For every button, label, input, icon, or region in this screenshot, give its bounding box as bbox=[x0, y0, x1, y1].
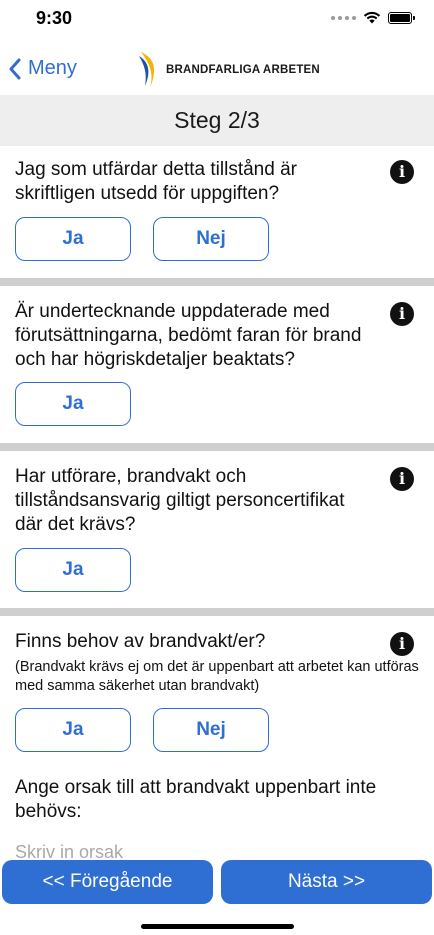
step-header: Steg 2/3 bbox=[0, 95, 434, 146]
yes-button[interactable]: Ja bbox=[15, 382, 131, 426]
reason-label: Ange orsak till att brandvakt uppenbart … bbox=[15, 777, 377, 822]
no-button[interactable]: Nej bbox=[153, 217, 269, 261]
yes-button[interactable]: Ja bbox=[15, 548, 131, 592]
flame-logo-icon bbox=[139, 52, 155, 88]
question-card: Jag som utfärdar detta tillstånd är skri… bbox=[0, 146, 434, 278]
status-time: 9:30 bbox=[36, 8, 73, 28]
home-indicator[interactable] bbox=[141, 924, 294, 929]
question-text: Finns behov av brandvakt/er? bbox=[15, 631, 266, 652]
info-icon[interactable]: i bbox=[390, 302, 414, 326]
no-button[interactable]: Nej bbox=[153, 708, 269, 752]
yes-button[interactable]: Ja bbox=[15, 708, 131, 752]
question-text: Är undertecknande uppdaterade med föruts… bbox=[15, 301, 362, 370]
step-title: Steg 2/3 bbox=[174, 107, 260, 133]
question-card: Är undertecknande uppdaterade med föruts… bbox=[0, 286, 434, 443]
status-icons bbox=[331, 11, 415, 24]
next-button[interactable]: Nästa >> bbox=[221, 860, 432, 904]
info-icon[interactable]: i bbox=[390, 467, 414, 491]
battery-icon bbox=[388, 11, 415, 24]
question-card: Har utförare, brandvakt och tillståndsan… bbox=[0, 451, 434, 608]
question-card: Finns behov av brandvakt/er? i (Brandvak… bbox=[0, 616, 434, 776]
yes-button[interactable]: Ja bbox=[15, 217, 131, 261]
cellular-signal-icon bbox=[331, 15, 356, 20]
app-logo: BRANDFARLIGA ARBETEN bbox=[136, 50, 320, 90]
section-divider bbox=[0, 608, 434, 616]
brand-name: BRANDFARLIGA ARBETEN bbox=[166, 64, 320, 76]
back-button[interactable]: Meny bbox=[8, 57, 77, 80]
nav-bar: Meny BRANDFARLIGA ARBETEN bbox=[0, 44, 434, 94]
info-icon[interactable]: i bbox=[390, 632, 414, 656]
wifi-icon bbox=[363, 11, 381, 24]
chevron-left-icon bbox=[9, 58, 21, 79]
info-icon[interactable]: i bbox=[390, 160, 414, 184]
section-divider bbox=[0, 278, 434, 286]
back-button-label: Meny bbox=[28, 57, 77, 79]
previous-button[interactable]: << Föregående bbox=[2, 860, 213, 904]
question-note: (Brandvakt krävs ej om det är uppenbart … bbox=[15, 659, 419, 694]
question-text: Har utförare, brandvakt och tillståndsan… bbox=[15, 466, 345, 535]
section-divider bbox=[0, 443, 434, 451]
status-bar: 9:30 bbox=[0, 0, 434, 44]
question-text: Jag som utfärdar detta tillstånd är skri… bbox=[15, 159, 297, 204]
